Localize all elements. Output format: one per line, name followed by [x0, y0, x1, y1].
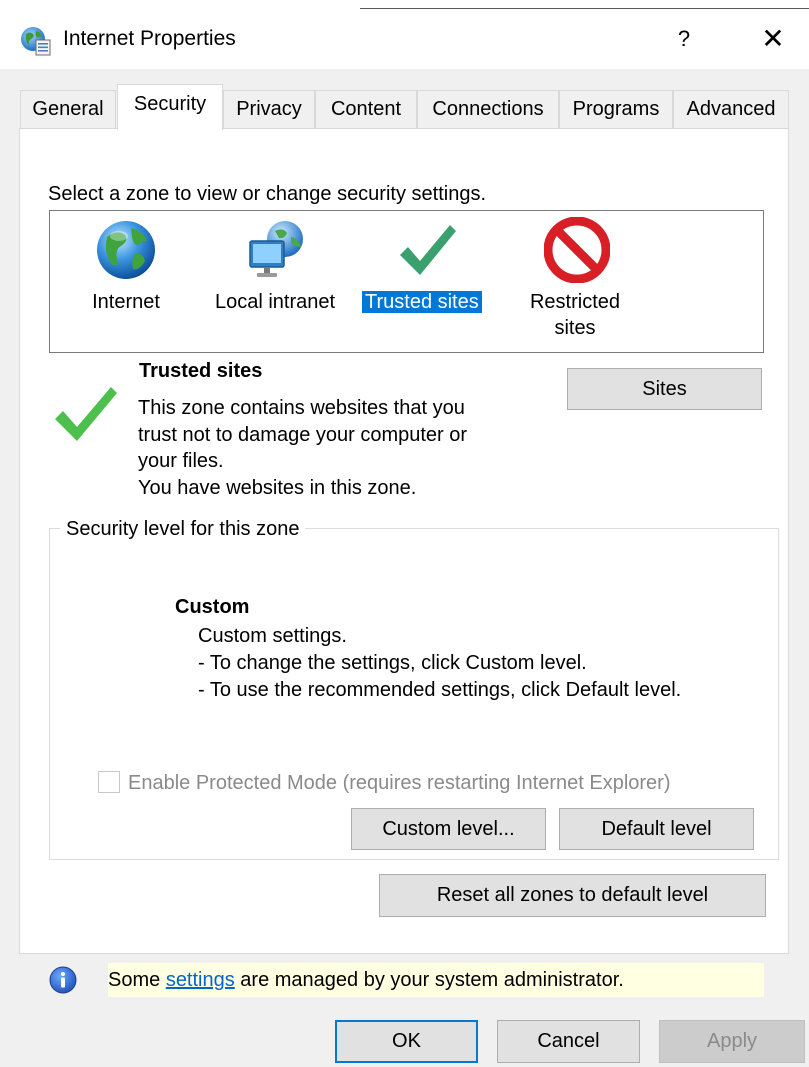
reset-all-zones-button[interactable]: Reset all zones to default level: [379, 874, 766, 917]
custom-level-button[interactable]: Custom level...: [351, 808, 546, 850]
default-level-button[interactable]: Default level: [559, 808, 754, 850]
zone-trusted-sites-label[interactable]: Trusted sites: [362, 289, 482, 315]
security-level-line: - To use the recommended settings, click…: [198, 679, 682, 701]
tab-advanced[interactable]: Advanced: [673, 90, 789, 128]
protected-mode-label[interactable]: Enable Protected Mode (requires restarti…: [128, 769, 671, 797]
zone-local-intranet-label[interactable]: Local intranet: [203, 289, 347, 315]
zone-restricted-label-2[interactable]: sites: [520, 315, 630, 341]
tab-general[interactable]: General: [20, 90, 116, 128]
info-prefix: Some: [108, 969, 166, 991]
zone-description-line: your files.: [138, 450, 224, 472]
ok-button[interactable]: OK: [335, 1020, 478, 1063]
window-title: Internet Properties: [63, 27, 236, 50]
tab-security[interactable]: Security: [117, 84, 223, 130]
zone-prompt: Select a zone to view or change security…: [48, 183, 487, 205]
zone-heading: Trusted sites: [139, 360, 263, 382]
internet-properties-icon: [20, 26, 52, 56]
security-level-description: Custom settings. - To change the setting…: [198, 623, 681, 704]
security-level-line: - To change the settings, click Custom l…: [198, 652, 587, 674]
cancel-button[interactable]: Cancel: [497, 1020, 640, 1063]
trusted-sites-large-checkmark-icon: [53, 381, 119, 447]
globe-icon[interactable]: [95, 219, 157, 281]
zone-description: This zone contains websites that you tru…: [138, 395, 518, 501]
protected-mode-checkbox[interactable]: [98, 771, 120, 793]
tab-connections[interactable]: Connections: [417, 90, 559, 128]
zone-trusted-sites-selected-text[interactable]: Trusted sites: [362, 291, 482, 313]
local-intranet-icon[interactable]: [247, 219, 309, 281]
zone-description-line: trust not to damage your computer or: [138, 423, 468, 446]
help-button[interactable]: ?: [662, 20, 706, 58]
close-button[interactable]: ✕: [748, 20, 798, 58]
tab-programs[interactable]: Programs: [559, 90, 673, 128]
security-level-group-title: Security level for this zone: [60, 515, 306, 543]
info-icon: [49, 966, 77, 994]
restricted-icon[interactable]: [543, 216, 611, 284]
security-level-name: Custom: [175, 596, 250, 618]
zone-description-line: You have websites in this zone.: [138, 476, 417, 499]
zone-restricted-label-1[interactable]: Restricted: [520, 289, 630, 315]
info-suffix: are managed by your system administrator…: [234, 969, 624, 991]
security-level-line: Custom settings.: [198, 625, 347, 647]
apply-button[interactable]: Apply: [659, 1020, 805, 1063]
zone-description-line: This zone contains websites that you: [138, 397, 465, 419]
info-text: Some settings are managed by your system…: [108, 965, 624, 995]
tab-privacy[interactable]: Privacy: [223, 90, 315, 128]
zone-internet-label[interactable]: Internet: [76, 289, 176, 315]
settings-link[interactable]: settings: [166, 969, 235, 991]
checkmark-icon[interactable]: [396, 219, 458, 281]
sites-button[interactable]: Sites: [567, 368, 762, 410]
tab-content[interactable]: Content: [315, 90, 417, 128]
